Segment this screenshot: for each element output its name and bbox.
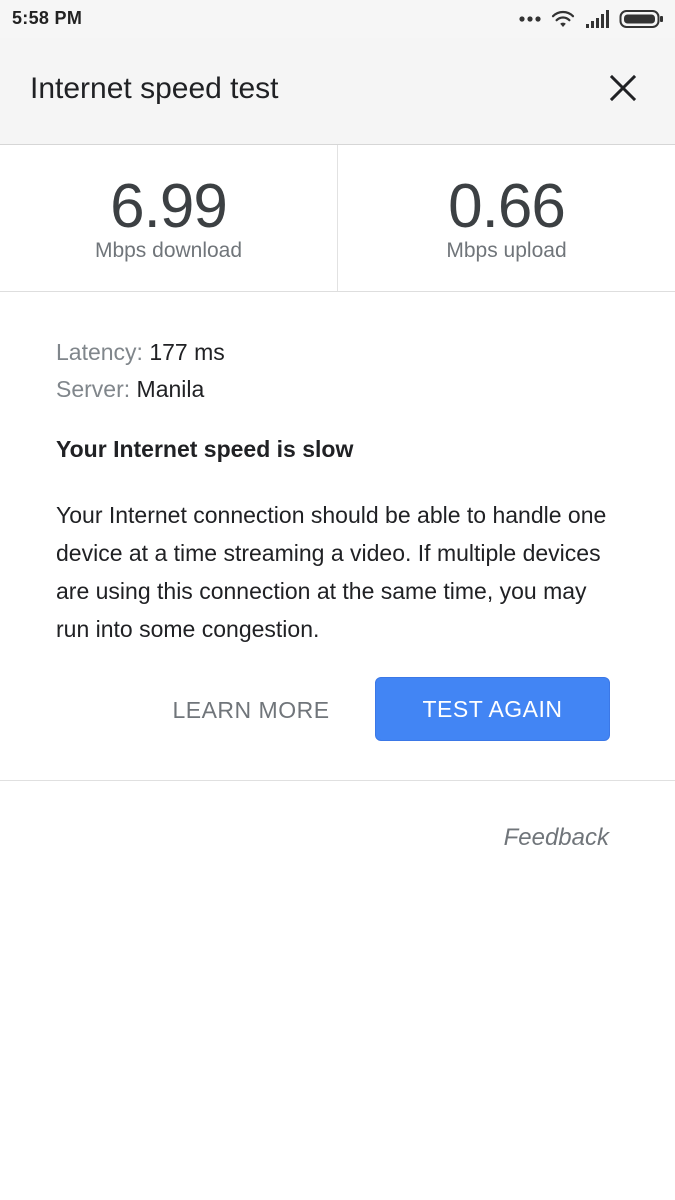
speed-assessment-heading: Your Internet speed is slow [56,436,354,462]
status-icons [519,8,665,30]
upload-value: 0.66 [448,172,566,241]
test-details: Latency: 177 ms Server: Manila [56,334,616,408]
upload-result: 0.66 Mbps upload [338,145,675,291]
status-time: 5:58 PM [12,8,83,28]
signal-icon [585,10,609,28]
test-again-button[interactable]: TEST AGAIN [375,677,610,741]
download-result: 6.99 Mbps download [0,145,338,291]
wifi-icon [551,9,575,29]
close-icon [609,74,637,102]
server-label: Server: [56,376,131,402]
download-value: 6.99 [110,172,228,241]
server-value: Manila [136,376,205,402]
speed-assessment-description: Your Internet connection should be able … [56,502,607,642]
latency-label: Latency: [56,339,143,365]
page-title: Internet speed test [30,72,279,105]
download-unit: Mbps download [94,239,243,262]
battery-icon [619,9,665,29]
feedback-link[interactable]: Feedback [504,824,609,852]
status-bar: 5:58 PM [0,0,675,38]
more-dots-icon [519,15,541,23]
divider [0,780,675,781]
upload-unit: Mbps upload [446,239,567,262]
speed-results: 6.99 Mbps download 0.66 Mbps upload [0,145,675,292]
latency-value: 177 ms [149,339,225,365]
speed-test-screen: 5:58 PM Internet speed test 6.99 Mbps do… [0,0,675,1200]
server-line: Server: Manila [56,371,616,408]
learn-more-button[interactable]: LEARN MORE [170,690,332,730]
latency-line: Latency: 177 ms [56,334,616,371]
header: Internet speed test [0,38,675,145]
close-button[interactable] [607,72,639,104]
